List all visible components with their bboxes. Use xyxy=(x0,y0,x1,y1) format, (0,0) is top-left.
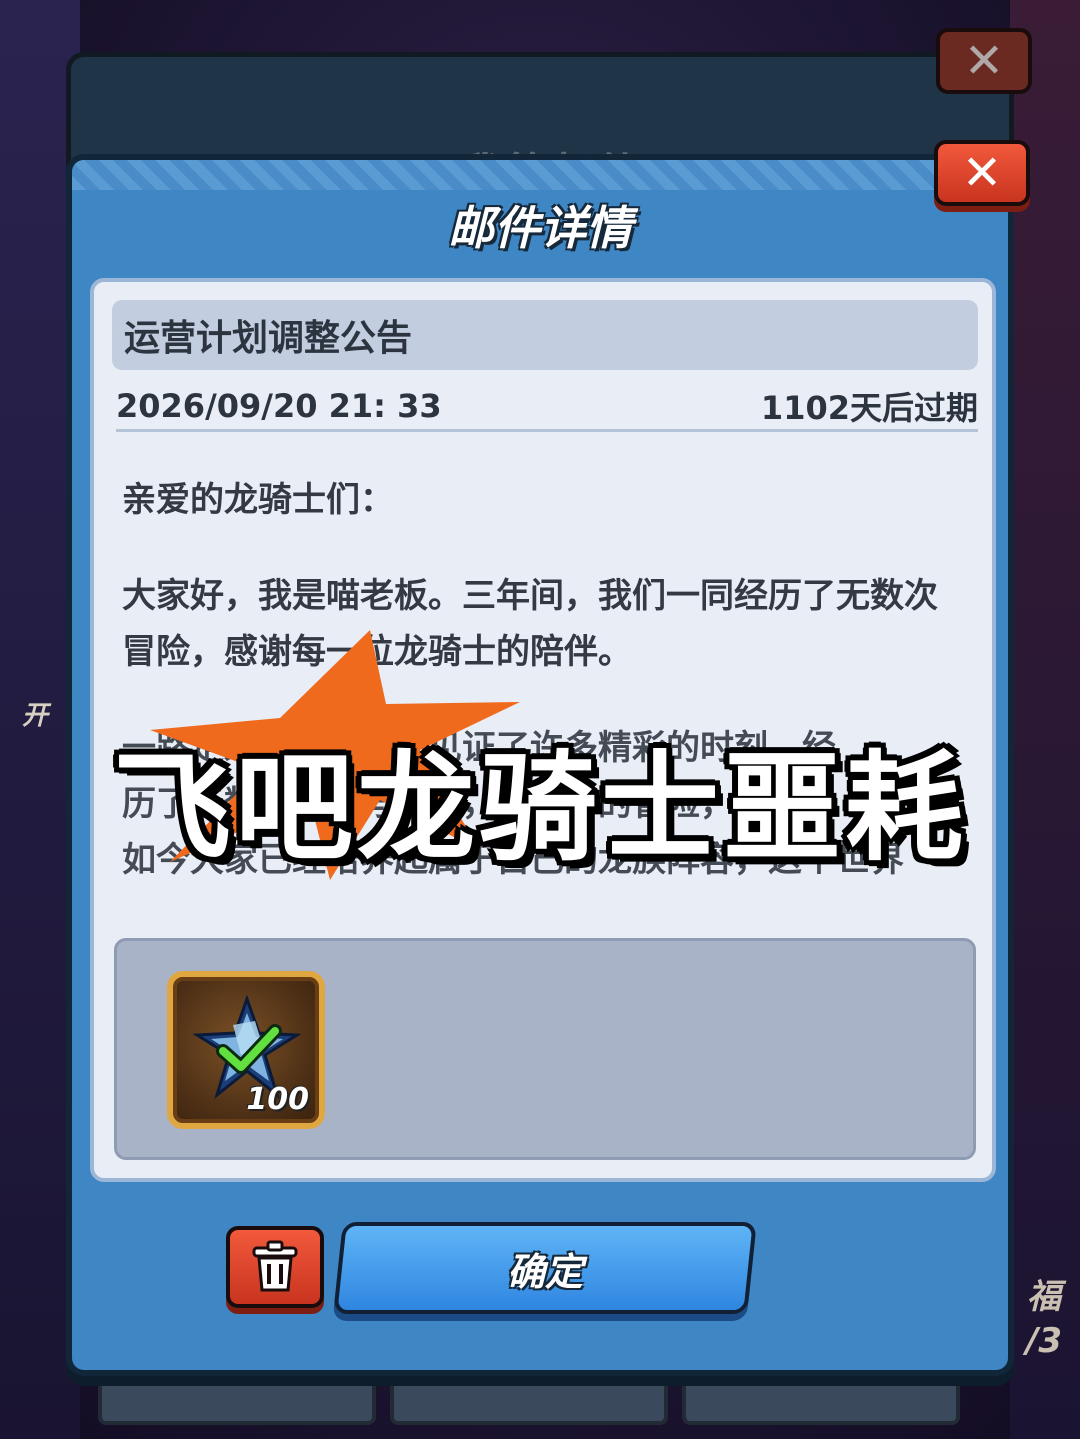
overlay-caption: 飞吧龙骑士噩耗 xyxy=(112,739,967,877)
confirm-button[interactable]: 确定 xyxy=(333,1222,757,1314)
delete-button[interactable] xyxy=(226,1226,324,1308)
background-right-label-bottom: /3 xyxy=(1025,1321,1062,1361)
mail-expiry: 1102天后过期 xyxy=(760,388,978,427)
mail-meta-row: 2026/09/20 21: 33 1102天后过期 xyxy=(116,382,978,432)
reward-count: 100 xyxy=(246,1082,309,1117)
mail-detail-close-button[interactable]: ✕ xyxy=(934,140,1030,206)
background-right-label-top: 福 xyxy=(1026,1277,1061,1317)
close-icon: ✕ xyxy=(963,33,1005,89)
confirm-button-label: 确定 xyxy=(506,1249,583,1294)
close-icon: ✕ xyxy=(961,145,1003,201)
reward-item[interactable]: 100 xyxy=(167,971,325,1129)
mail-date: 2026/09/20 21: 33 xyxy=(116,386,442,425)
dialog-header-pattern xyxy=(72,160,1008,190)
mail-greeting: 亲爱的龙骑士们： xyxy=(122,480,394,520)
trash-icon xyxy=(252,1240,298,1292)
mail-list-close-button[interactable]: ✕ xyxy=(936,28,1032,94)
mail-subject: 运营计划调整公告 xyxy=(112,300,978,370)
dialog-title: 邮件详情 xyxy=(448,201,632,255)
reward-area: 100 xyxy=(114,938,976,1160)
background-right-label: 福 /3 xyxy=(1026,1275,1062,1363)
